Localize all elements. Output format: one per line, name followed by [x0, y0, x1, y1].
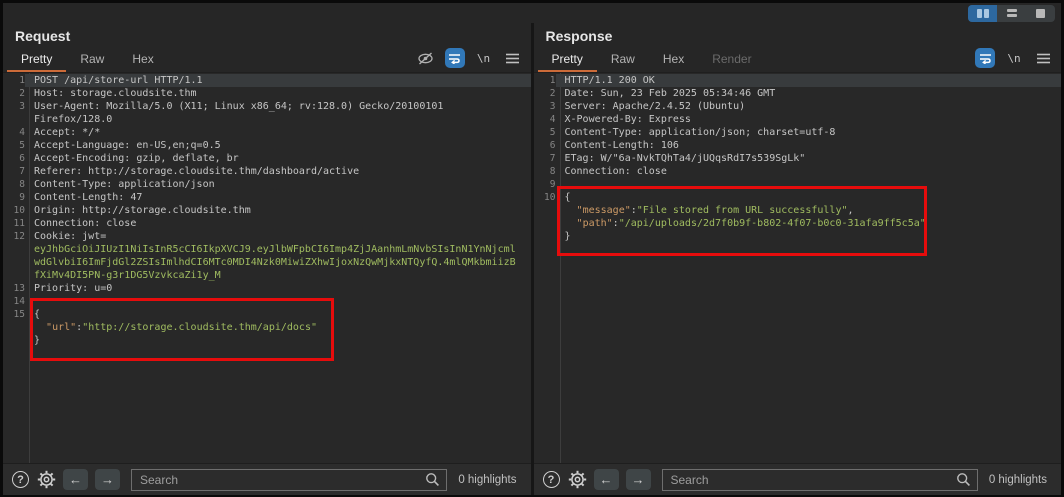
- newline-chars-icon[interactable]: \n: [1004, 48, 1024, 68]
- editor-line: eyJhbGciOiJIUzI1NiIsInR5cCI6IkpXVCJ9.eyJ…: [3, 243, 531, 256]
- previous-match-button[interactable]: ←: [594, 469, 619, 490]
- editor-line: }: [3, 334, 531, 347]
- editor-line: 4X-Powered-By: Express: [534, 113, 1062, 126]
- editor-line: 5Content-Type: application/json; charset…: [534, 126, 1062, 139]
- editor-line: 2Date: Sun, 23 Feb 2025 05:34:46 GMT: [534, 87, 1062, 100]
- search-settings-gear-icon[interactable]: [568, 470, 587, 489]
- editor-line: 4Accept: */*: [3, 126, 531, 139]
- editor-line: 6Content-Length: 106: [534, 139, 1062, 152]
- editor-line: 1POST /api/store-url HTTP/1.1: [3, 74, 531, 87]
- editor-line: 6Accept-Encoding: gzip, deflate, br: [3, 152, 531, 165]
- request-panel: Request Pretty Raw Hex: [3, 23, 531, 495]
- back-arrow-icon: ←: [600, 472, 613, 487]
- request-editor-lines: 1POST /api/store-url HTTP/1.12Host: stor…: [3, 74, 531, 347]
- split-columns-icon: [984, 9, 989, 18]
- editor-line: 1HTTP/1.1 200 OK: [534, 74, 1062, 87]
- request-search-input[interactable]: [140, 473, 425, 487]
- request-search-bar: ?: [3, 463, 531, 495]
- editor-line: 3User-Agent: Mozilla/5.0 (X11; Linux x86…: [3, 100, 531, 113]
- editor-line: 14: [3, 295, 531, 308]
- split-rows-button[interactable]: [997, 5, 1026, 22]
- editor-line: }: [534, 230, 1062, 243]
- editor-line: 12Cookie: jwt=: [3, 230, 531, 243]
- response-tab-bar: Pretty Raw Hex Render \n: [534, 47, 1062, 73]
- response-tab-render[interactable]: Render: [698, 47, 765, 72]
- request-tab-pretty[interactable]: Pretty: [7, 47, 66, 72]
- request-panel-title: Request: [15, 28, 70, 44]
- editor-line: 10Origin: http://storage.cloudsite.thm: [3, 204, 531, 217]
- help-icon[interactable]: ?: [542, 470, 561, 489]
- split-columns-icon: [977, 9, 982, 18]
- single-panel-button[interactable]: [1026, 5, 1055, 22]
- response-tab-hex[interactable]: Hex: [649, 47, 698, 72]
- single-panel-icon: [1036, 9, 1045, 18]
- editor-line: 7ETag: W/"6a-NvkTQhTa4/jUQqsRdI7s539SgLk…: [534, 152, 1062, 165]
- next-match-button[interactable]: →: [626, 469, 651, 490]
- editor-line: 8Connection: close: [534, 165, 1062, 178]
- editor-line: "message":"File stored from URL successf…: [534, 204, 1062, 217]
- response-tab-pretty[interactable]: Pretty: [538, 47, 597, 72]
- response-search-field: [662, 469, 978, 491]
- request-editor[interactable]: 1POST /api/store-url HTTP/1.12Host: stor…: [3, 73, 531, 463]
- word-wrap-icon[interactable]: [445, 48, 465, 68]
- layout-toggle-group: [968, 5, 1055, 22]
- split-rows-icon: [1007, 9, 1017, 17]
- top-strip: [3, 3, 1061, 23]
- editor-line: 9Content-Length: 47: [3, 191, 531, 204]
- request-tab-hex[interactable]: Hex: [118, 47, 167, 72]
- word-wrap-icon[interactable]: [975, 48, 995, 68]
- forward-arrow-icon: →: [632, 472, 645, 487]
- search-settings-gear-icon[interactable]: [37, 470, 56, 489]
- menu-icon[interactable]: [503, 48, 523, 68]
- request-tab-bar: Pretty Raw Hex: [3, 47, 531, 73]
- search-icon: [425, 472, 440, 487]
- editor-line: 10{: [534, 191, 1062, 204]
- help-icon[interactable]: ?: [11, 470, 30, 489]
- response-editor[interactable]: 1HTTP/1.1 200 OK2Date: Sun, 23 Feb 2025 …: [534, 73, 1062, 463]
- editor-line: 5Accept-Language: en-US,en;q=0.5: [3, 139, 531, 152]
- editor-line: 3Server: Apache/2.4.52 (Ubuntu): [534, 100, 1062, 113]
- previous-match-button[interactable]: ←: [63, 469, 88, 490]
- message-editor-window: Request Pretty Raw Hex: [3, 3, 1061, 495]
- editor-line: 11Connection: close: [3, 217, 531, 230]
- response-editor-lines: 1HTTP/1.1 200 OK2Date: Sun, 23 Feb 2025 …: [534, 74, 1062, 243]
- editor-line: fXiMv4DI5PN-g3r1DG5VzvkcaZi1y_M: [3, 269, 531, 282]
- response-panel-title: Response: [546, 28, 613, 44]
- request-tab-raw[interactable]: Raw: [66, 47, 118, 72]
- menu-icon[interactable]: [1033, 48, 1053, 68]
- editor-line: Firefox/128.0: [3, 113, 531, 126]
- editor-line: 7Referer: http://storage.cloudsite.thm/d…: [3, 165, 531, 178]
- response-search-bar: ?: [534, 463, 1062, 495]
- back-arrow-icon: ←: [69, 472, 82, 487]
- split-columns-button[interactable]: [968, 5, 997, 22]
- search-icon: [956, 472, 971, 487]
- editor-line: wdGlvbiI6ImFjdGl2ZSIsImlhdCI6MTc0MDI4Nzk…: [3, 256, 531, 269]
- forward-arrow-icon: →: [101, 472, 114, 487]
- response-tab-raw[interactable]: Raw: [597, 47, 649, 72]
- request-highlights-count: 0 highlights: [458, 474, 520, 486]
- next-match-button[interactable]: →: [95, 469, 120, 490]
- newline-chars-icon[interactable]: \n: [474, 48, 494, 68]
- editor-line: 9: [534, 178, 1062, 191]
- request-search-field: [131, 469, 447, 491]
- response-panel: Response Pretty Raw Hex Render: [531, 23, 1062, 495]
- response-search-input[interactable]: [671, 473, 956, 487]
- hide-nonprinting-icon[interactable]: [416, 48, 436, 68]
- editor-line: 13Priority: u=0: [3, 282, 531, 295]
- editor-line: 15{: [3, 308, 531, 321]
- editor-line: 8Content-Type: application/json: [3, 178, 531, 191]
- editor-line: "path":"/api/uploads/2d7f0b9f-b802-4f07-…: [534, 217, 1062, 230]
- editor-line: "url":"http://storage.cloudsite.thm/api/…: [3, 321, 531, 334]
- editor-line: 2Host: storage.cloudsite.thm: [3, 87, 531, 100]
- response-highlights-count: 0 highlights: [989, 474, 1051, 486]
